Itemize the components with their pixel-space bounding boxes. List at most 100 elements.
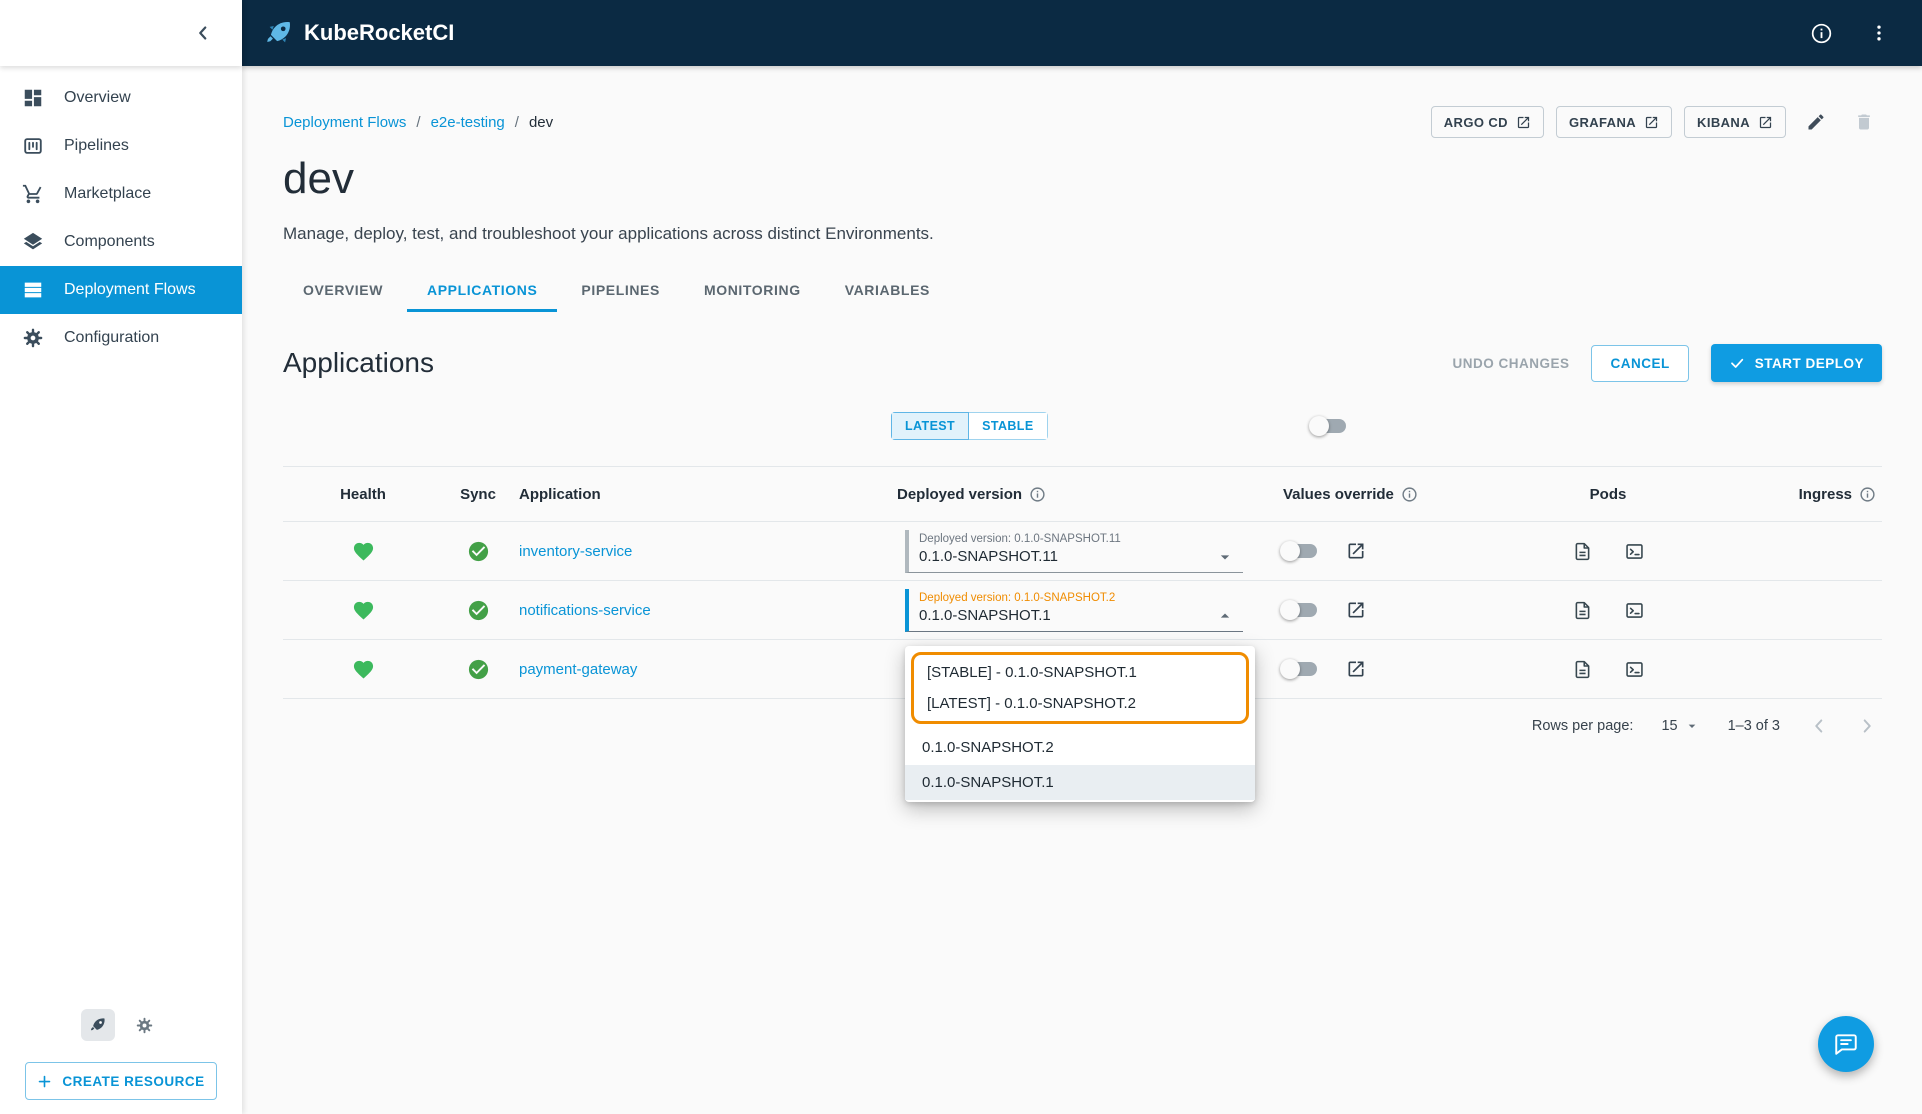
- bulk-toggle-switch[interactable]: [1308, 416, 1346, 436]
- deployed-version-select[interactable]: Deployed version: 0.1.0-SNAPSHOT.11 0.1.…: [905, 529, 1243, 573]
- values-override-toggle[interactable]: [1280, 600, 1317, 620]
- chevron-left-icon: [1808, 715, 1830, 737]
- rocket-icon: [89, 1016, 107, 1034]
- sync-check-icon: [467, 658, 490, 681]
- pod-terminal-button[interactable]: [1619, 536, 1649, 566]
- breadcrumb-deployment-flows[interactable]: Deployment Flows: [283, 114, 406, 131]
- col-sync: Sync: [460, 485, 496, 503]
- cart-icon: [22, 183, 44, 205]
- sidebar-item-label: Deployment Flows: [64, 281, 196, 298]
- pod-logs-button[interactable]: [1567, 536, 1597, 566]
- create-resource-label: CREATE RESOURCE: [62, 1073, 205, 1089]
- col-values-override-label: Values override: [1283, 485, 1394, 503]
- pod-logs-button[interactable]: [1567, 595, 1597, 625]
- chat-fab-button[interactable]: [1818, 1016, 1874, 1072]
- col-ingress-label: Ingress: [1798, 485, 1852, 503]
- menu-option-stable[interactable]: [STABLE] - 0.1.0-SNAPSHOT.1: [914, 657, 1246, 688]
- application-link[interactable]: payment-gateway: [519, 661, 637, 678]
- external-link-icon: [1346, 541, 1366, 561]
- chevron-up-icon: [1215, 606, 1235, 626]
- sidebar-item-label: Overview: [64, 89, 131, 106]
- toggle-stable[interactable]: STABLE: [969, 412, 1048, 440]
- toggle-latest[interactable]: LATEST: [891, 412, 970, 440]
- sidebar-item-deployment-flows[interactable]: Deployment Flows: [0, 266, 242, 314]
- pod-terminal-button[interactable]: [1619, 595, 1649, 625]
- chat-icon: [1833, 1031, 1859, 1057]
- sidebar-item-components[interactable]: Components: [0, 218, 242, 266]
- brand-logo[interactable]: KubeRocketCI: [264, 18, 454, 48]
- start-deploy-button[interactable]: START DEPLOY: [1710, 344, 1882, 382]
- argocd-link-button[interactable]: ARGO CD: [1430, 106, 1544, 138]
- sidebar-item-pipelines[interactable]: Pipelines: [0, 122, 242, 170]
- document-icon: [1572, 541, 1593, 562]
- tab-monitoring[interactable]: MONITORING: [684, 270, 821, 312]
- deployed-version-value: 0.1.0-SNAPSHOT.11: [919, 548, 1058, 565]
- rows-per-page-select[interactable]: 15: [1661, 718, 1699, 734]
- info-icon[interactable]: [1029, 486, 1046, 503]
- applications-actions: UNDO CHANGES CANCEL START DEPLOY: [1452, 344, 1882, 382]
- edit-environment-button[interactable]: [1798, 104, 1834, 140]
- open-values-button[interactable]: [1341, 536, 1371, 566]
- next-page-button[interactable]: [1856, 715, 1878, 737]
- sidebar-item-overview[interactable]: Overview: [0, 74, 242, 122]
- cancel-button[interactable]: CANCEL: [1591, 344, 1689, 382]
- page-title: dev: [283, 154, 354, 203]
- external-link-icon: [1346, 659, 1366, 679]
- menu-option-snapshot-2[interactable]: 0.1.0-SNAPSHOT.2: [905, 730, 1255, 765]
- tab-overview[interactable]: OVERVIEW: [283, 270, 403, 312]
- open-values-button[interactable]: [1341, 595, 1371, 625]
- health-heart-icon: [352, 599, 375, 622]
- breadcrumb-separator: /: [416, 113, 421, 131]
- chevron-down-icon: [1215, 547, 1235, 567]
- values-override-toggle[interactable]: [1280, 541, 1317, 561]
- sidebar-item-configuration[interactable]: Configuration: [0, 314, 242, 362]
- col-deployed-version: Deployed version: [863, 486, 1243, 503]
- sidebar-header: [0, 0, 242, 66]
- values-override-toggle[interactable]: [1280, 659, 1317, 679]
- application-link[interactable]: inventory-service: [519, 543, 632, 560]
- rows-per-page-label: Rows per page:: [1531, 718, 1634, 734]
- create-resource-button[interactable]: CREATE RESOURCE: [25, 1062, 217, 1100]
- deployed-version-value: 0.1.0-SNAPSHOT.1: [919, 607, 1051, 624]
- document-icon: [1572, 659, 1593, 680]
- menu-option-latest[interactable]: [LATEST] - 0.1.0-SNAPSHOT.2: [914, 688, 1246, 719]
- rocket-quick-button[interactable]: [81, 1009, 115, 1041]
- version-toggle-group: LATEST STABLE: [891, 412, 1048, 440]
- sidebar-item-label: Configuration: [64, 329, 160, 346]
- terminal-icon: [1624, 600, 1645, 621]
- menu-option-snapshot-1[interactable]: 0.1.0-SNAPSHOT.1: [905, 765, 1255, 800]
- open-values-button[interactable]: [1341, 654, 1371, 684]
- breadcrumb: Deployment Flows / e2e-testing / dev: [283, 114, 553, 131]
- start-deploy-label: START DEPLOY: [1754, 355, 1864, 371]
- grafana-link-button[interactable]: GRAFANA: [1555, 106, 1673, 138]
- tab-applications[interactable]: APPLICATIONS: [407, 270, 558, 312]
- layers-icon: [22, 231, 44, 253]
- trash-icon: [1854, 112, 1874, 132]
- sidebar-collapse-button[interactable]: [186, 16, 220, 50]
- previous-page-button[interactable]: [1808, 715, 1830, 737]
- pod-logs-button[interactable]: [1567, 654, 1597, 684]
- tab-variables[interactable]: VARIABLES: [825, 270, 950, 312]
- delete-environment-button[interactable]: [1846, 104, 1882, 140]
- application-link[interactable]: notifications-service: [519, 602, 651, 619]
- sidebar-item-marketplace[interactable]: Marketplace: [0, 170, 242, 218]
- external-link-icon: [1516, 115, 1531, 130]
- applications-heading: Applications: [283, 347, 434, 378]
- breadcrumb-e2e-testing[interactable]: e2e-testing: [431, 114, 505, 131]
- tab-pipelines[interactable]: PIPELINES: [561, 270, 680, 312]
- info-icon[interactable]: [1401, 486, 1418, 503]
- deployed-version-select[interactable]: Deployed version: 0.1.0-SNAPSHOT.2 0.1.0…: [905, 588, 1243, 632]
- kebab-menu-icon: [1869, 23, 1889, 43]
- gear-icon: [22, 327, 44, 349]
- pod-terminal-button[interactable]: [1619, 654, 1649, 684]
- undo-changes-button[interactable]: UNDO CHANGES: [1452, 356, 1569, 371]
- version-toolbar: LATEST STABLE: [283, 408, 1882, 444]
- cluster-settings-button[interactable]: [127, 1008, 161, 1042]
- info-button[interactable]: [1804, 16, 1838, 50]
- kibana-link-button[interactable]: KIBANA: [1684, 106, 1786, 138]
- col-application: Application: [519, 485, 601, 503]
- more-menu-button[interactable]: [1862, 16, 1896, 50]
- terminal-icon: [1624, 659, 1645, 680]
- version-dropdown-menu: [STABLE] - 0.1.0-SNAPSHOT.1 [LATEST] - 0…: [905, 646, 1255, 802]
- info-icon[interactable]: [1859, 486, 1876, 503]
